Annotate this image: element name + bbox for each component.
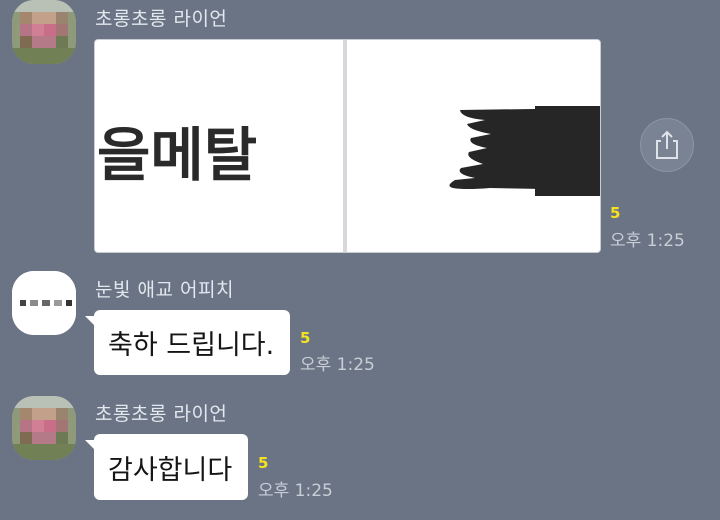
message-text: 축하 드립니다. [108, 330, 275, 361]
image-content: 을메탈 [95, 40, 600, 252]
sender-name: 초롱초롱 라이언 [95, 403, 228, 425]
message-time: 오후 1:25 [300, 355, 375, 375]
share-button[interactable] [640, 118, 694, 172]
avatar[interactable] [12, 396, 76, 460]
unread-count: 5 [300, 329, 311, 347]
share-icon [656, 130, 678, 159]
message-time: 오후 1:25 [258, 481, 333, 501]
sender-name: 눈빛 애교 어피치 [95, 279, 234, 301]
avatar-image [12, 0, 76, 64]
message-time: 오후 1:25 [610, 231, 685, 251]
avatar[interactable] [12, 0, 76, 64]
avatar[interactable] [12, 271, 76, 335]
image-text: 을메탈 [97, 121, 257, 189]
unread-count: 5 [258, 454, 269, 472]
avatar-image [12, 396, 76, 460]
message-bubble[interactable]: 축하 드립니다. [85, 310, 290, 375]
message-bubble[interactable]: 감사합니다 [85, 434, 248, 500]
unread-count: 5 [610, 204, 621, 222]
avatar-image [12, 271, 76, 335]
message-text: 감사합니다 [108, 454, 233, 486]
image-message[interactable]: 을메탈 [94, 39, 601, 253]
sender-name: 초롱초롱 라이언 [95, 8, 228, 30]
